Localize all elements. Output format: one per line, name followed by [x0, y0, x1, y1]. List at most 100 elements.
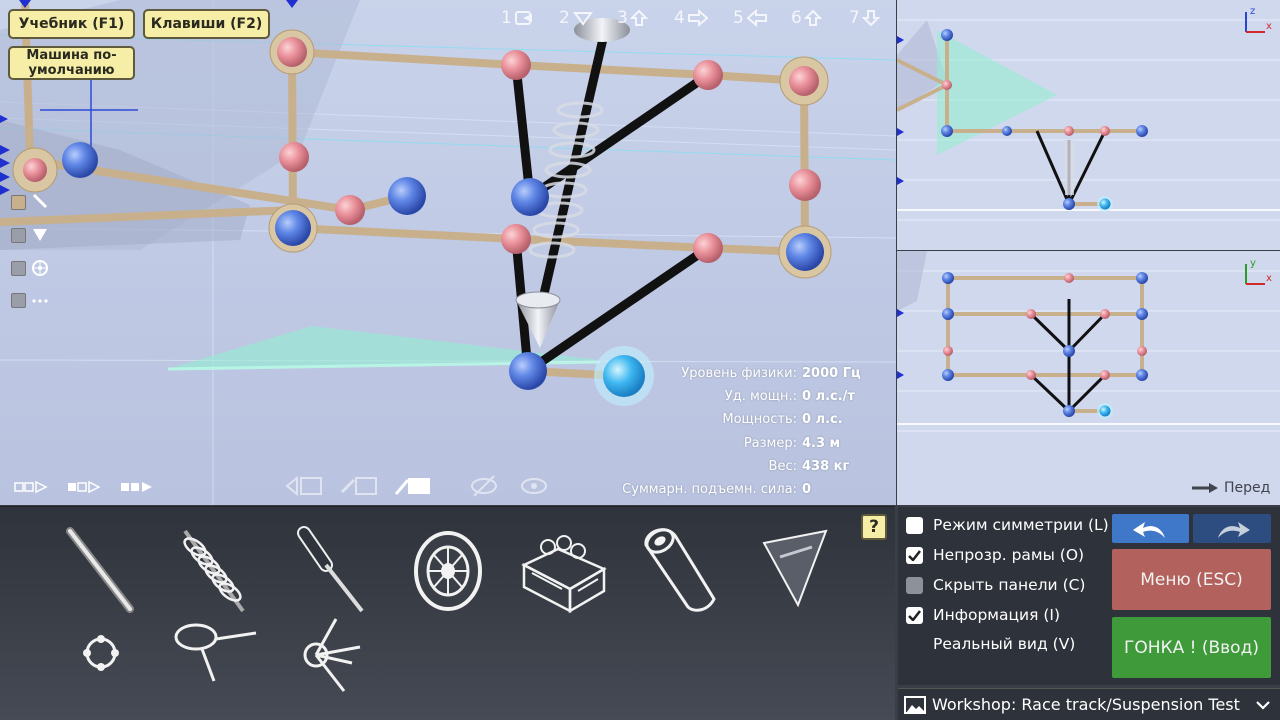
play-normal-button[interactable] — [67, 478, 101, 496]
chevron-down-icon — [1256, 700, 1270, 710]
axis-label: x — [1266, 21, 1272, 32]
view-key-5[interactable]: 5 — [733, 8, 768, 28]
info-label: Уд. мощн.: — [724, 389, 797, 405]
info-label: Суммарн. подъемн. сила: — [622, 482, 797, 498]
info-panel: Уровень физики: 2000 Гц Уд. мощн.: 0 л.с./… — [590, 362, 880, 501]
info-row: Суммарн. подъемн. сила: 0 — [590, 478, 880, 501]
beam-icon — [31, 192, 49, 214]
rotary-joint-part-icon[interactable] — [296, 615, 366, 695]
info-row: Размер: 4.3 м — [590, 432, 880, 455]
real-view-label: Реальный вид (V) — [933, 635, 1076, 653]
view-key-1[interactable]: 1 — [501, 8, 534, 28]
undo-button[interactable] — [1112, 514, 1189, 543]
view-key-label: 7 — [849, 8, 860, 28]
arrow-down-iso-icon — [572, 12, 593, 26]
tutorial-button[interactable]: Учебник (F1) — [8, 9, 135, 39]
view-key-label: 6 — [791, 8, 802, 28]
info-row: Мощность: 0 л.с. — [590, 408, 880, 431]
toggle-wheels-checkbox[interactable] — [11, 261, 26, 276]
play-normal-icon — [68, 480, 101, 494]
info-label: Размер: — [743, 435, 797, 451]
view-key-2[interactable]: 2 — [559, 8, 594, 28]
wing-icon — [31, 226, 49, 248]
track-label: Workshop: Race track/Suspension Test — [932, 695, 1240, 714]
arrow-right-icon — [1192, 483, 1218, 493]
eye-icon[interactable] — [518, 472, 550, 500]
arrow-right-icon — [687, 9, 709, 27]
symmetry-option[interactable]: Режим симметрии (L) — [906, 514, 1109, 536]
more-dots-icon — [31, 291, 49, 313]
hide-panels-option[interactable]: Скрыть панели (C) — [906, 574, 1085, 596]
wheel-part-icon[interactable] — [410, 525, 488, 615]
move-tool-icon[interactable] — [285, 472, 325, 500]
symmetry-label: Режим симметрии (L) — [933, 516, 1109, 534]
jet-part-icon[interactable] — [640, 523, 720, 613]
node-part-icon[interactable] — [78, 630, 124, 676]
wing-part-icon[interactable] — [760, 527, 830, 609]
keys-button[interactable]: Клавиши (F2) — [143, 9, 270, 39]
symmetry-checkbox[interactable] — [906, 516, 923, 534]
play-fast-button[interactable] — [120, 478, 154, 496]
beam-part-icon[interactable] — [62, 525, 140, 615]
axis-label: x — [1266, 273, 1272, 284]
info-row: Уровень физики: 2000 Гц — [590, 362, 880, 385]
default-car-button[interactable]: Машина по-умолчанию — [8, 46, 135, 80]
info-label: Уровень физики: — [681, 366, 797, 382]
front-direction-label: Перед — [1192, 480, 1270, 496]
opaque-frames-checkbox[interactable] — [906, 546, 923, 564]
parts-palette — [0, 506, 895, 720]
real-view-checkbox[interactable] — [906, 636, 923, 653]
hide-panels-label: Скрыть панели (C) — [933, 576, 1086, 594]
axis-gizmo-top: z x — [1245, 6, 1272, 33]
undo-icon — [1132, 521, 1165, 538]
play-fast-icon — [121, 482, 152, 492]
track-select[interactable]: Workshop: Race track/Suspension Test — [898, 688, 1280, 720]
toggle-wings-checkbox[interactable] — [11, 228, 26, 243]
info-value: 4.3 м — [802, 435, 841, 451]
info-option[interactable]: Информация (I) — [906, 604, 1060, 626]
view-key-7[interactable]: 7 — [849, 8, 880, 28]
view-key-6[interactable]: 6 — [791, 8, 822, 28]
info-value: 2000 Гц — [802, 366, 861, 382]
play-slow-button[interactable] — [14, 478, 48, 496]
side-view-top-scene: z x — [897, 6, 1280, 221]
hide-panels-checkbox[interactable] — [906, 576, 923, 594]
menu-button[interactable]: Меню (ESC) — [1112, 549, 1271, 610]
steering-part-icon[interactable] — [172, 617, 262, 687]
axis-label: z — [1250, 6, 1255, 17]
toggle-beams-checkbox[interactable] — [11, 195, 26, 210]
play-slow-icon — [14, 480, 48, 494]
actuator-part-icon[interactable] — [292, 525, 370, 615]
info-label: Информация (I) — [933, 606, 1061, 624]
race-button[interactable]: ГОНКА ! (Ввод) — [1112, 617, 1271, 678]
info-row: Уд. мощн.: 0 л.с./т — [590, 385, 880, 408]
arrow-down-icon — [861, 10, 880, 27]
side-view-front-scene: y x — [897, 251, 1280, 432]
hide-icon[interactable] — [468, 472, 500, 500]
view-key-4[interactable]: 4 — [674, 8, 709, 28]
help-button[interactable]: ? — [861, 514, 887, 540]
side-view-front[interactable]: y x — [897, 251, 1280, 505]
wheel-icon — [31, 259, 49, 281]
toggle-more-checkbox[interactable] — [11, 293, 26, 308]
engine-part-icon[interactable] — [518, 525, 610, 615]
real-view-option[interactable]: Реальный вид (V) — [906, 633, 1075, 655]
info-row: Вес: 438 кг — [590, 455, 880, 478]
arrow-up-icon — [629, 9, 648, 26]
spring-part-icon[interactable] — [175, 525, 253, 615]
info-value: 0 л.с./т — [802, 389, 855, 405]
edit-tool-icon[interactable] — [394, 472, 434, 500]
landscape-icon — [904, 695, 926, 714]
view-key-label: 5 — [733, 8, 744, 28]
opaque-frames-label: Непрозр. рамы (O) — [933, 546, 1085, 564]
view-key-label: 2 — [559, 8, 570, 28]
car-editor: Учебник (F1) Клавиши (F2) Машина по-умол… — [0, 0, 1280, 720]
opaque-frames-option[interactable]: Непрозр. рамы (O) — [906, 544, 1084, 566]
3d-viewport[interactable]: Учебник (F1) Клавиши (F2) Машина по-умол… — [0, 0, 896, 505]
redo-button[interactable] — [1193, 514, 1271, 543]
view-key-3[interactable]: 3 — [617, 8, 648, 28]
copy-tool-icon[interactable] — [340, 472, 380, 500]
side-view-top[interactable]: z x — [897, 0, 1280, 250]
info-checkbox[interactable] — [906, 606, 923, 624]
checkmark-icon — [908, 609, 921, 621]
